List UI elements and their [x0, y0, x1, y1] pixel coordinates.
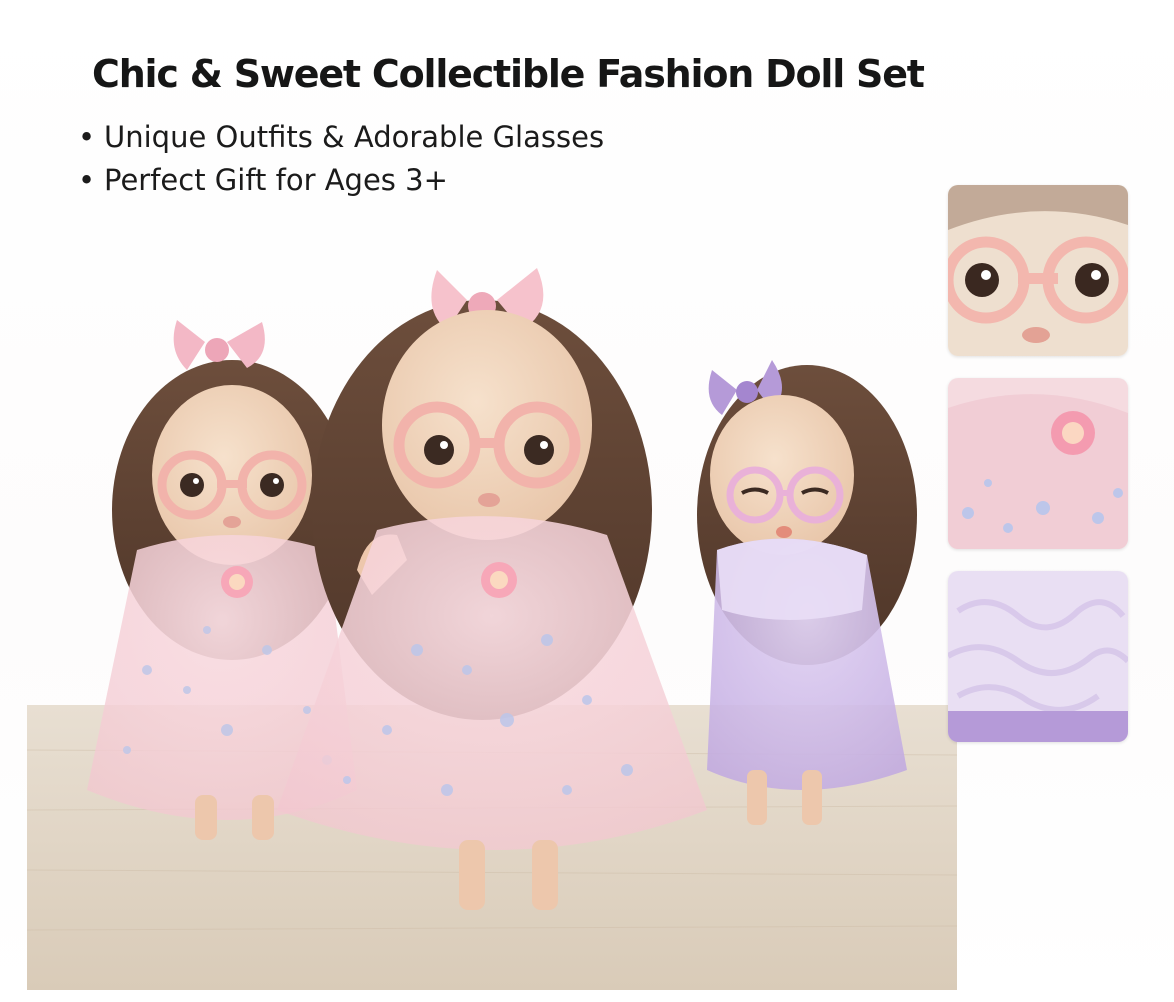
- product-image: Chic & Sweet Collectible Fashion Doll Se…: [0, 0, 1174, 1002]
- three-dolls-photo: [27, 250, 957, 990]
- feature-text: Perfect Gift for Ages 3+: [104, 163, 448, 197]
- bullet-icon: •: [78, 120, 96, 154]
- purple-dress-detail-thumbnail: [948, 571, 1128, 742]
- page-title: Chic & Sweet Collectible Fashion Doll Se…: [92, 52, 925, 96]
- detail-thumbnail-strip: [948, 185, 1128, 764]
- feature-list: • Unique Outfits & Adorable Glasses • Perf…: [78, 116, 778, 202]
- bullet-icon: •: [78, 163, 96, 197]
- feature-item: • Perfect Gift for Ages 3+: [78, 159, 778, 202]
- feature-text: Unique Outfits & Adorable Glasses: [104, 120, 605, 154]
- face-closeup-thumbnail: [948, 185, 1128, 356]
- feature-item: • Unique Outfits & Adorable Glasses: [78, 116, 778, 159]
- pink-dress-detail-thumbnail: [948, 378, 1128, 549]
